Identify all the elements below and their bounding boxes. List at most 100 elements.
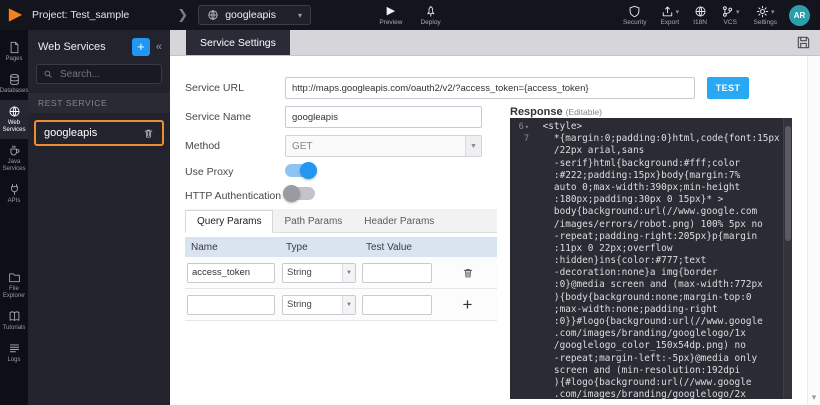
code-line: :0}}#logo{background:url(//www.google — [510, 316, 792, 328]
param-type-select[interactable]: String▼ — [282, 263, 356, 283]
service-selector-value: googleapis — [225, 9, 276, 21]
code-line: :hidden}ins{color:#777;text — [510, 255, 792, 267]
sidebar-item-file-explorer[interactable]: File Explorer — [0, 266, 28, 305]
collapse-panel-icon[interactable]: « — [156, 41, 162, 53]
method-value: GET — [286, 141, 465, 152]
params-table-body: String▼String▼+ — [185, 257, 497, 321]
main-scrollbar[interactable]: ▾ — [807, 56, 820, 405]
deploy-button[interactable]: Deploy — [420, 5, 440, 26]
response-editor[interactable]: 6▾ <style>7 *{margin:0;padding:0}html,co… — [510, 118, 792, 399]
code-line: /22px arial,sans — [510, 145, 792, 157]
sidebar-item-databases[interactable]: Databases — [0, 68, 28, 100]
code-text: ){#logo{background:url(//www.google — [532, 377, 751, 389]
param-type-value: String — [283, 267, 342, 278]
main-area: Service Settings Service URL TEST Servic… — [170, 30, 820, 405]
http-authentication-toggle[interactable] — [285, 187, 315, 200]
add-service-button[interactable]: + — [132, 38, 150, 56]
test-button[interactable]: TEST — [707, 77, 749, 99]
web-services-panel: Web Services + « REST SERVICE googleapis — [28, 30, 170, 405]
sidebar-item-java-services[interactable]: Java Services — [0, 139, 28, 178]
line-number — [510, 145, 532, 157]
add-row-icon[interactable]: + — [463, 298, 473, 312]
security-button[interactable]: Security — [623, 5, 646, 26]
line-number — [510, 316, 532, 328]
line-number: 7 — [510, 133, 532, 145]
fold-icon[interactable]: ▾ — [525, 123, 529, 131]
params-table: NameTypeTest Value String▼String▼+ — [185, 237, 497, 321]
line-number — [510, 243, 532, 255]
settings-button[interactable]: ▾Settings — [754, 5, 778, 26]
line-number — [510, 328, 532, 340]
save-icon[interactable] — [796, 35, 811, 50]
column-header: Name — [185, 242, 280, 253]
sidebar-item-label: Pages — [5, 56, 22, 63]
chevron-down-icon: ▾ — [736, 8, 740, 16]
chevron-down-icon: ▼ — [342, 264, 355, 282]
sidebar-item-apis[interactable]: APIs — [0, 178, 28, 210]
code-text: ){body{background:none;margin-top:0 — [532, 292, 751, 304]
tab-path-params[interactable]: Path Params — [273, 211, 353, 232]
line-number — [510, 365, 532, 377]
code-line: .com/images/branding/googlelogo/2x — [510, 389, 792, 399]
code-line: auto 0;max-width:390px;min-height — [510, 182, 792, 194]
line-number — [510, 292, 532, 304]
service-url-input[interactable] — [285, 77, 695, 99]
param-type-select[interactable]: String▼ — [282, 295, 356, 315]
sidebar-item-web-services[interactable]: Web Services — [0, 100, 28, 139]
export-button[interactable]: ▾Export — [660, 5, 679, 26]
sidebar-item-logs[interactable]: Logs — [0, 337, 28, 369]
sidebar-item-pages[interactable]: Pages — [0, 36, 28, 68]
brand-logo[interactable] — [0, 0, 30, 30]
code-text: .com/images/branding/googlelogo/2x — [532, 389, 746, 399]
trash-icon[interactable] — [462, 267, 474, 279]
method-select[interactable]: GET ▼ — [285, 135, 482, 157]
param-test-value-input[interactable] — [362, 295, 432, 315]
search-icon — [43, 69, 53, 79]
code-line: :0}@media screen and (max-width:772px — [510, 279, 792, 291]
project-title: Project: Test_sample — [32, 9, 129, 21]
service-selector[interactable]: googleapis ▾ — [198, 5, 311, 25]
editor-scrollbar[interactable] — [783, 118, 792, 399]
code-line: -decoration:none}a img{border — [510, 267, 792, 279]
trash-icon[interactable] — [143, 128, 154, 139]
tab-service-settings[interactable]: Service Settings — [186, 30, 290, 55]
code-text: :180px;padding:30px 0 15px}* > — [532, 194, 723, 206]
code-text: auto 0;max-width:390px;min-height — [532, 182, 740, 194]
param-test-value-input[interactable] — [362, 263, 432, 283]
rocket-icon — [424, 5, 437, 18]
preview-button[interactable]: ▶ Preview — [379, 5, 402, 26]
editor-scrollbar-thumb[interactable] — [785, 126, 791, 241]
code-text: <style> — [532, 121, 582, 133]
i18n-button[interactable]: I18N — [693, 5, 707, 26]
use-proxy-toggle[interactable] — [285, 164, 315, 177]
param-row: String▼ — [185, 257, 497, 289]
sidebar-item-tutorials[interactable]: Tutorials — [0, 305, 28, 337]
http-authentication-label: HTTP Authentication — [185, 190, 281, 202]
code-text: -repeat;padding-right:205px}p{margin — [532, 231, 757, 243]
topbar-center: ▶ Preview Deploy — [379, 0, 440, 30]
vcs-button[interactable]: ▾VCS — [721, 5, 740, 26]
tab-query-params[interactable]: Query Params — [185, 210, 273, 233]
service-name-input[interactable] — [285, 106, 482, 128]
code-text: /googlelogo_color_150x54dp.png) no — [532, 340, 746, 352]
shield-icon — [628, 5, 641, 18]
code-line: :180px;padding:30px 0 15px}* > — [510, 194, 792, 206]
sidebar-item-label: Tutorials — [3, 325, 26, 332]
search-input[interactable] — [58, 68, 155, 81]
sidebar-item-label: Web Services — [1, 120, 27, 134]
param-name-input[interactable] — [187, 295, 275, 315]
param-name-input[interactable] — [187, 263, 275, 283]
i18n-label: I18N — [693, 19, 707, 26]
code-text: body{background:url(//www.google.com — [532, 206, 757, 218]
code-text: *{margin:0;padding:0}html,code{font:15px — [532, 133, 780, 145]
tab-header-params[interactable]: Header Params — [353, 211, 445, 232]
search-box[interactable] — [36, 64, 162, 84]
code-text: -serif}html{background:#fff;color — [532, 158, 740, 170]
avatar[interactable]: AR — [789, 5, 810, 26]
scroll-down-icon[interactable]: ▾ — [808, 392, 820, 403]
service-list-item-googleapis[interactable]: googleapis — [34, 120, 164, 146]
tutorials-icon — [8, 310, 21, 323]
toggle-knob — [283, 185, 300, 202]
line-number — [510, 206, 532, 218]
toggle-knob — [300, 162, 317, 179]
